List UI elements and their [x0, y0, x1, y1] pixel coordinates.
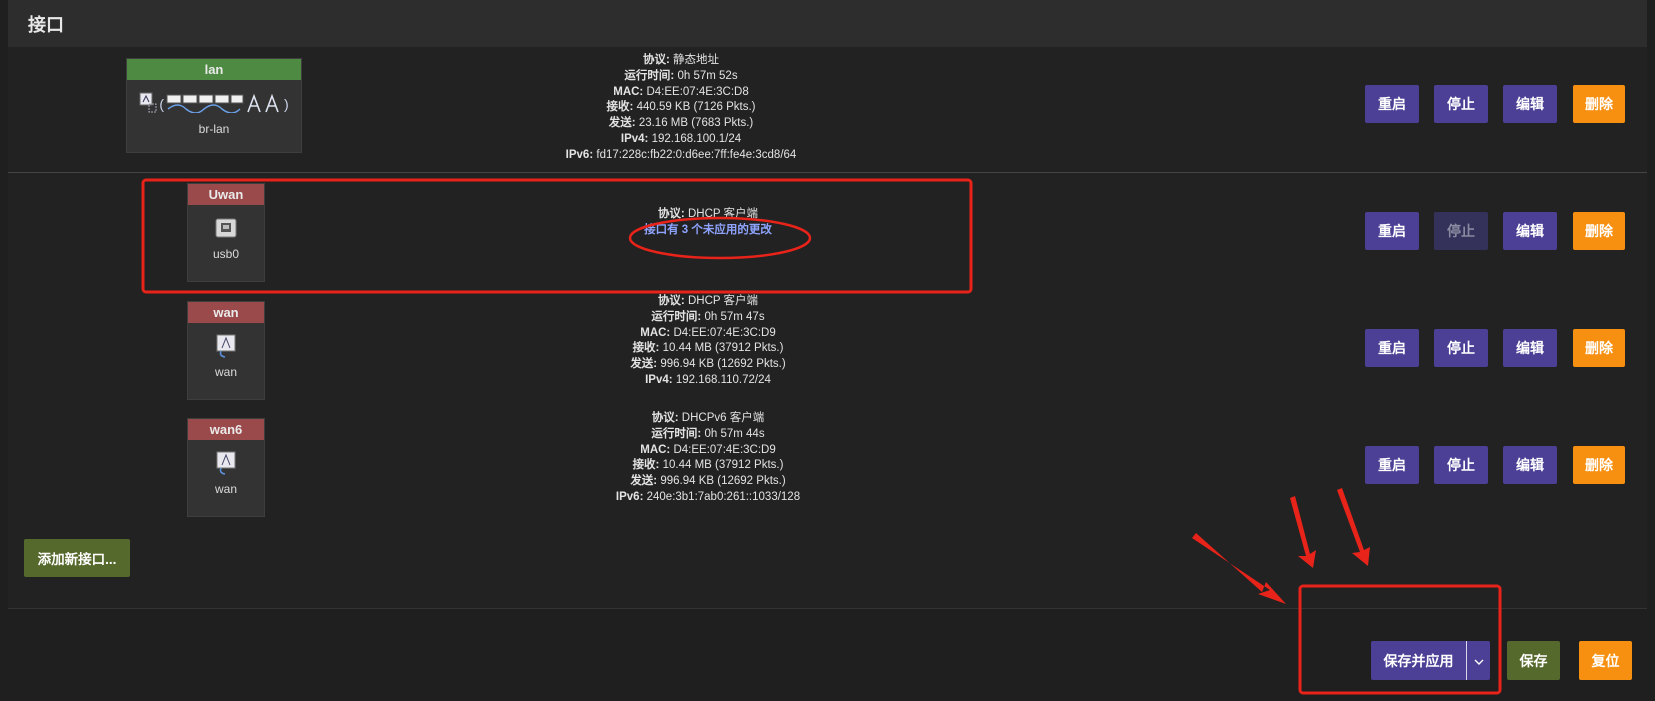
ethernet-cable-icon: [215, 451, 237, 478]
protocol-label: 协议:: [642, 54, 670, 66]
ipv4-value: 192.168.100.1/24: [651, 132, 742, 145]
protocol-value: DHCP 客户端: [687, 295, 759, 307]
mac-label: MAC:: [640, 443, 671, 456]
uptime-value: 0h 57m 52s: [677, 69, 738, 82]
stop-button[interactable]: 停止: [1434, 85, 1488, 123]
uptime-value: 0h 57m 44s: [704, 427, 765, 440]
tx-label: 发送:: [630, 358, 658, 371]
tx-value: 996.94 KB (12692 Pkts.): [660, 358, 786, 371]
device-icons: [215, 333, 237, 361]
protocol-value: 静态地址: [673, 54, 720, 66]
edit-button[interactable]: 编辑: [1503, 329, 1557, 367]
save-button[interactable]: 保存: [1507, 641, 1560, 680]
stop-button[interactable]: 停止: [1434, 212, 1488, 250]
save-apply-dropdown-toggle[interactable]: [1467, 641, 1490, 680]
wireless-icon: [246, 93, 282, 116]
interfaces-panel: 接口 lan ( ) br-lan 协议: 静态地址 运行时间: 0h 57m …: [8, 0, 1647, 609]
pending-changes-notice: 接口有 3 个未应用的更改: [644, 223, 772, 236]
mac-label: MAC:: [640, 326, 671, 339]
ipv6-value: 240e:3b1:7ab0:261::1033/128: [646, 490, 801, 503]
interface-badge-lan[interactable]: lan ( ) br-lan: [126, 58, 302, 153]
device-name: usb0: [212, 247, 240, 261]
interface-name: Uwan: [188, 184, 264, 205]
restart-button[interactable]: 重启: [1365, 329, 1419, 367]
interface-badge-wan6[interactable]: wan6 wan: [187, 418, 265, 517]
usb-port-icon: [215, 218, 237, 241]
interface-badge-wan[interactable]: wan wan: [187, 301, 265, 400]
add-interface-button[interactable]: 添加新接口...: [24, 539, 130, 577]
reset-button[interactable]: 复位: [1579, 641, 1632, 680]
mac-value: D4:EE:07:4E:3C:D9: [673, 326, 776, 339]
edit-button[interactable]: 编辑: [1503, 85, 1557, 123]
interface-info: 协议: DHCPv6 客户端 运行时间: 0h 57m 44s MAC: D4:…: [588, 411, 828, 506]
device-name: wan: [214, 365, 237, 379]
interface-row-wan6: wan6 wan 协议: DHCPv6 客户端 运行时间: 0h 57m 44s…: [8, 410, 1647, 528]
chevron-down-icon: [1474, 653, 1484, 669]
stop-button[interactable]: 停止: [1434, 446, 1488, 484]
ipv4-label: IPv4:: [645, 373, 673, 386]
uptime-value: 0h 57m 47s: [704, 310, 765, 323]
interface-info: 协议: DHCP 客户端 接口有 3 个未应用的更改: [608, 207, 808, 239]
device-icons: [215, 450, 237, 478]
mac-value: D4:EE:07:4E:3C:D8: [646, 85, 749, 98]
protocol-label: 协议:: [657, 208, 685, 220]
restart-button[interactable]: 重启: [1365, 212, 1419, 250]
interface-name: wan: [188, 302, 264, 323]
protocol-value: DHCP 客户端: [687, 208, 759, 220]
ipv6-value: fd17:228c:fb22:0:d6ee:7ff:fe4e:3cd8/64: [596, 148, 797, 161]
edit-button[interactable]: 编辑: [1503, 446, 1557, 484]
delete-button[interactable]: 删除: [1573, 329, 1625, 367]
save-apply-button[interactable]: 保存并应用: [1371, 641, 1466, 680]
ipv6-label: IPv6:: [565, 148, 594, 161]
interface-row-lan: lan ( ) br-lan 协议: 静态地址 运行时间: 0h 57m 52s…: [8, 48, 1647, 173]
uptime-label: 运行时间:: [651, 310, 702, 323]
rx-label: 接收:: [606, 101, 634, 114]
device-name: br-lan: [198, 122, 230, 136]
edit-button[interactable]: 编辑: [1503, 212, 1557, 250]
section-title: 接口: [8, 0, 1647, 47]
delete-button[interactable]: 删除: [1573, 212, 1625, 250]
rx-value: 440.59 KB (7126 Pkts.): [636, 101, 756, 114]
interface-name: lan: [127, 59, 301, 80]
ethernet-cable-icon: [215, 334, 237, 361]
mac-label: MAC:: [613, 85, 644, 98]
rx-label: 接收:: [632, 342, 660, 355]
delete-button[interactable]: 删除: [1573, 85, 1625, 123]
interface-info: 协议: DHCP 客户端 运行时间: 0h 57m 47s MAC: D4:EE…: [608, 294, 808, 389]
protocol-value: DHCPv6 客户端: [681, 412, 765, 424]
interface-badge-uwan[interactable]: Uwan usb0: [187, 183, 265, 282]
ipv4-value: 192.168.110.72/24: [675, 373, 771, 386]
stop-button[interactable]: 停止: [1434, 329, 1488, 367]
tx-value: 23.16 MB (7683 Pkts.): [638, 117, 754, 130]
device-name: wan: [214, 482, 237, 496]
protocol-label: 协议:: [657, 295, 685, 307]
device-icons: [215, 215, 237, 243]
restart-button[interactable]: 重启: [1365, 446, 1419, 484]
rx-value: 10.44 MB (37912 Pkts.): [662, 342, 784, 355]
ethernet-port-icon: [166, 93, 244, 116]
restart-button[interactable]: 重启: [1365, 85, 1419, 123]
device-icons: ( ): [139, 90, 289, 118]
uptime-label: 运行时间:: [624, 69, 675, 82]
interface-info: 协议: 静态地址 运行时间: 0h 57m 52s MAC: D4:EE:07:…: [548, 53, 814, 164]
delete-button[interactable]: 删除: [1573, 446, 1625, 484]
ipv4-label: IPv4:: [620, 132, 649, 145]
rx-label: 接收:: [632, 459, 660, 472]
tx-value: 996.94 KB (12692 Pkts.): [660, 475, 786, 488]
tx-label: 发送:: [630, 475, 658, 488]
uptime-label: 运行时间:: [651, 427, 702, 440]
interface-row-wan: wan wan 协议: DHCP 客户端 运行时间: 0h 57m 47s MA…: [8, 293, 1647, 410]
protocol-label: 协议:: [651, 412, 679, 424]
ipv6-label: IPv6:: [615, 490, 644, 503]
mac-value: D4:EE:07:4E:3C:D9: [673, 443, 776, 456]
tx-label: 发送:: [608, 117, 636, 130]
bridge-bracket-icon: ): [284, 96, 289, 112]
bridge-bracket-icon: (: [159, 96, 164, 112]
rx-value: 10.44 MB (37912 Pkts.): [662, 459, 784, 472]
interface-row-uwan: Uwan usb0 协议: DHCP 客户端 接口有 3 个未应用的更改 重启 …: [8, 173, 1647, 293]
interface-name: wan6: [188, 419, 264, 440]
wired-port-icon: [139, 92, 157, 117]
save-apply-split-button: 保存并应用: [1371, 641, 1490, 680]
